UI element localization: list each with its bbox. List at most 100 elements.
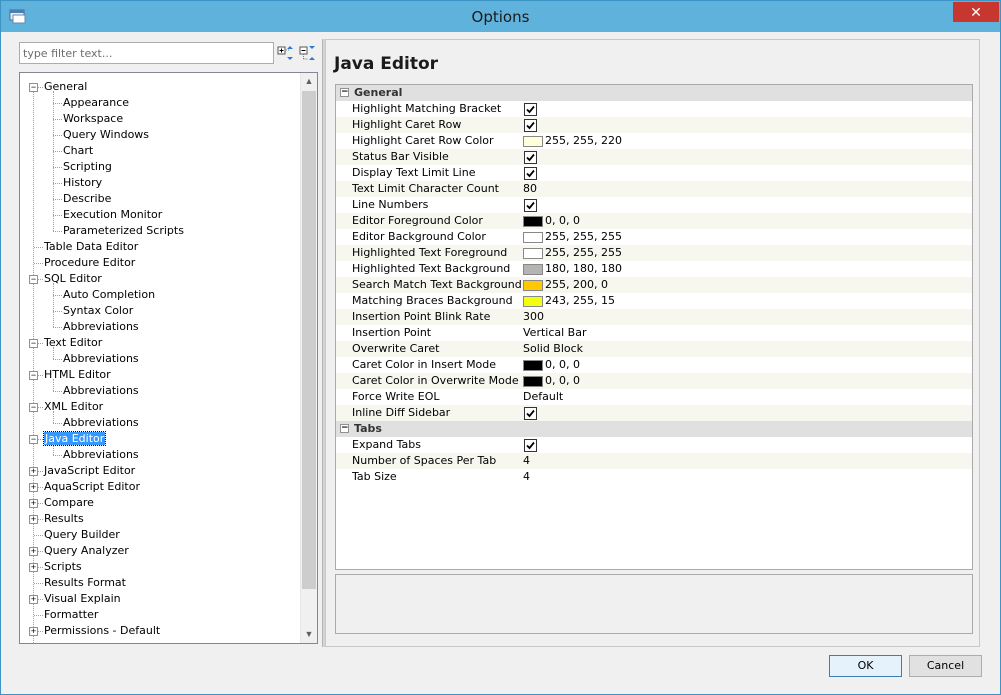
expand-icon[interactable]: + xyxy=(29,483,38,492)
tree-item[interactable]: Describe xyxy=(63,191,111,207)
tree-item[interactable]: Chart xyxy=(63,143,93,159)
property-row[interactable]: Highlighted Text Background 180, 180, 180 xyxy=(336,261,972,277)
tree-item[interactable]: Workspace xyxy=(63,111,123,127)
color-swatch[interactable] xyxy=(523,215,543,227)
color-swatch[interactable] xyxy=(523,359,543,371)
property-value[interactable]: 255, 255, 255 xyxy=(523,245,622,261)
category-header[interactable]: − Tabs xyxy=(336,421,972,437)
property-value[interactable]: 80 xyxy=(523,181,537,197)
category-header[interactable]: − General xyxy=(336,85,972,101)
tree-item[interactable]: Parameterized Scripts xyxy=(63,223,184,239)
tree-item[interactable]: Query Analyzer xyxy=(44,543,129,559)
tree-item[interactable]: Abbreviations xyxy=(63,319,139,335)
property-row[interactable]: Editor Foreground Color 0, 0, 0 xyxy=(336,213,972,229)
tree-item[interactable]: JavaScript Editor xyxy=(44,463,135,479)
tree-item[interactable]: Compare xyxy=(44,495,94,511)
property-row[interactable]: Line Numbers xyxy=(336,197,972,213)
scroll-up-icon[interactable]: ▲ xyxy=(301,73,317,90)
property-value[interactable] xyxy=(523,197,537,213)
filter-input[interactable] xyxy=(19,42,274,64)
expand-icon[interactable]: + xyxy=(29,627,38,636)
checkbox[interactable] xyxy=(524,198,537,212)
property-row[interactable]: Caret Color in Overwrite Mode 0, 0, 0 xyxy=(336,373,972,389)
close-button[interactable]: ✕ xyxy=(953,2,999,22)
property-value[interactable]: 243, 255, 15 xyxy=(523,293,615,309)
tree-item[interactable]: Query Builder xyxy=(44,527,120,543)
property-row[interactable]: Overwrite Caret Solid Block xyxy=(336,341,972,357)
property-value[interactable]: 255, 200, 0 xyxy=(523,277,608,293)
color-swatch[interactable] xyxy=(523,263,543,275)
checkbox[interactable] xyxy=(524,118,537,132)
color-swatch[interactable] xyxy=(523,231,543,243)
collapse-icon[interactable]: − xyxy=(29,275,38,284)
tree-item[interactable]: Results xyxy=(44,511,84,527)
tree-item[interactable]: Procedure Editor xyxy=(44,255,135,271)
tree-item[interactable]: Scripting xyxy=(63,159,112,175)
property-row[interactable]: Expand Tabs xyxy=(336,437,972,453)
expand-icon[interactable]: + xyxy=(29,515,38,524)
property-value[interactable]: Default xyxy=(523,389,563,405)
collapse-icon[interactable]: − xyxy=(29,339,38,348)
property-row[interactable]: Inline Diff Sidebar xyxy=(336,405,972,421)
property-row[interactable]: Highlight Caret Row xyxy=(336,117,972,133)
property-value[interactable]: 0, 0, 0 xyxy=(523,213,580,229)
tree-item[interactable]: Auto Completion xyxy=(63,287,155,303)
property-value[interactable]: Vertical Bar xyxy=(523,325,586,341)
color-swatch[interactable] xyxy=(523,247,543,259)
collapse-icon[interactable]: − xyxy=(340,88,349,97)
property-value[interactable]: 4 xyxy=(523,453,530,469)
tree-item[interactable]: Permissions - Default xyxy=(44,623,160,639)
property-value[interactable]: 180, 180, 180 xyxy=(523,261,622,277)
cancel-button[interactable]: Cancel xyxy=(909,655,982,677)
tree-item[interactable]: Table Data Editor xyxy=(44,239,138,255)
tree-item[interactable]: Scripts xyxy=(44,559,82,575)
property-value[interactable] xyxy=(523,405,537,421)
property-value[interactable]: 0, 0, 0 xyxy=(523,357,580,373)
tree-item[interactable]: Abbreviations xyxy=(63,447,139,463)
property-row[interactable]: Search Match Text Background 255, 200, 0 xyxy=(336,277,972,293)
checkbox[interactable] xyxy=(524,406,537,420)
expand-icon[interactable]: + xyxy=(29,499,38,508)
tree-item[interactable]: Execution Monitor xyxy=(63,207,162,223)
property-row[interactable]: Insertion Point Blink Rate 300 xyxy=(336,309,972,325)
tree-item[interactable]: Query Windows xyxy=(63,127,149,143)
property-grid[interactable]: − General Highlight Matching Bracket Highli… xyxy=(335,84,973,570)
scroll-thumb[interactable] xyxy=(302,91,316,589)
property-value[interactable] xyxy=(523,117,537,133)
tree-item[interactable]: Abbreviations xyxy=(63,415,139,431)
collapse-all-icon[interactable] xyxy=(299,44,317,62)
property-row[interactable]: Text Limit Character Count 80 xyxy=(336,181,972,197)
tree-item[interactable]: General xyxy=(44,79,87,95)
expand-all-icon[interactable] xyxy=(277,44,295,62)
property-row[interactable]: Status Bar Visible xyxy=(336,149,972,165)
property-row[interactable]: Highlight Matching Bracket xyxy=(336,101,972,117)
property-row[interactable]: Matching Braces Background 243, 255, 15 xyxy=(336,293,972,309)
tree-item[interactable]: Visual Explain xyxy=(44,591,121,607)
tree-item[interactable]: Abbreviations xyxy=(63,383,139,399)
property-value[interactable] xyxy=(523,437,537,453)
checkbox[interactable] xyxy=(524,150,537,164)
property-row[interactable]: Highlighted Text Foreground 255, 255, 255 xyxy=(336,245,972,261)
collapse-icon[interactable]: − xyxy=(340,424,349,433)
scroll-down-icon[interactable]: ▼ xyxy=(301,626,317,643)
collapse-icon[interactable]: − xyxy=(29,435,38,444)
property-value[interactable] xyxy=(523,165,537,181)
color-swatch[interactable] xyxy=(523,279,543,291)
tree-item[interactable]: History xyxy=(63,175,102,191)
property-row[interactable]: Editor Background Color 255, 255, 255 xyxy=(336,229,972,245)
color-swatch[interactable] xyxy=(523,135,543,147)
property-row[interactable]: Tab Size 4 xyxy=(336,469,972,485)
property-value[interactable]: 255, 255, 220 xyxy=(523,133,622,149)
checkbox[interactable] xyxy=(524,102,537,116)
tree-item[interactable]: Abbreviations xyxy=(63,351,139,367)
color-swatch[interactable] xyxy=(523,375,543,387)
checkbox[interactable] xyxy=(524,166,537,180)
options-tree[interactable]: ▲ ▼ General − Appearance Workspace Query Win… xyxy=(19,72,318,644)
property-value[interactable]: 4 xyxy=(523,469,530,485)
color-swatch[interactable] xyxy=(523,295,543,307)
tree-item[interactable]: Syntax Color xyxy=(63,303,133,319)
property-row[interactable]: Highlight Caret Row Color 255, 255, 220 xyxy=(336,133,972,149)
tree-item[interactable]: Appearance xyxy=(63,95,129,111)
tree-item[interactable]: Results Format xyxy=(44,575,126,591)
expand-icon[interactable]: + xyxy=(29,547,38,556)
